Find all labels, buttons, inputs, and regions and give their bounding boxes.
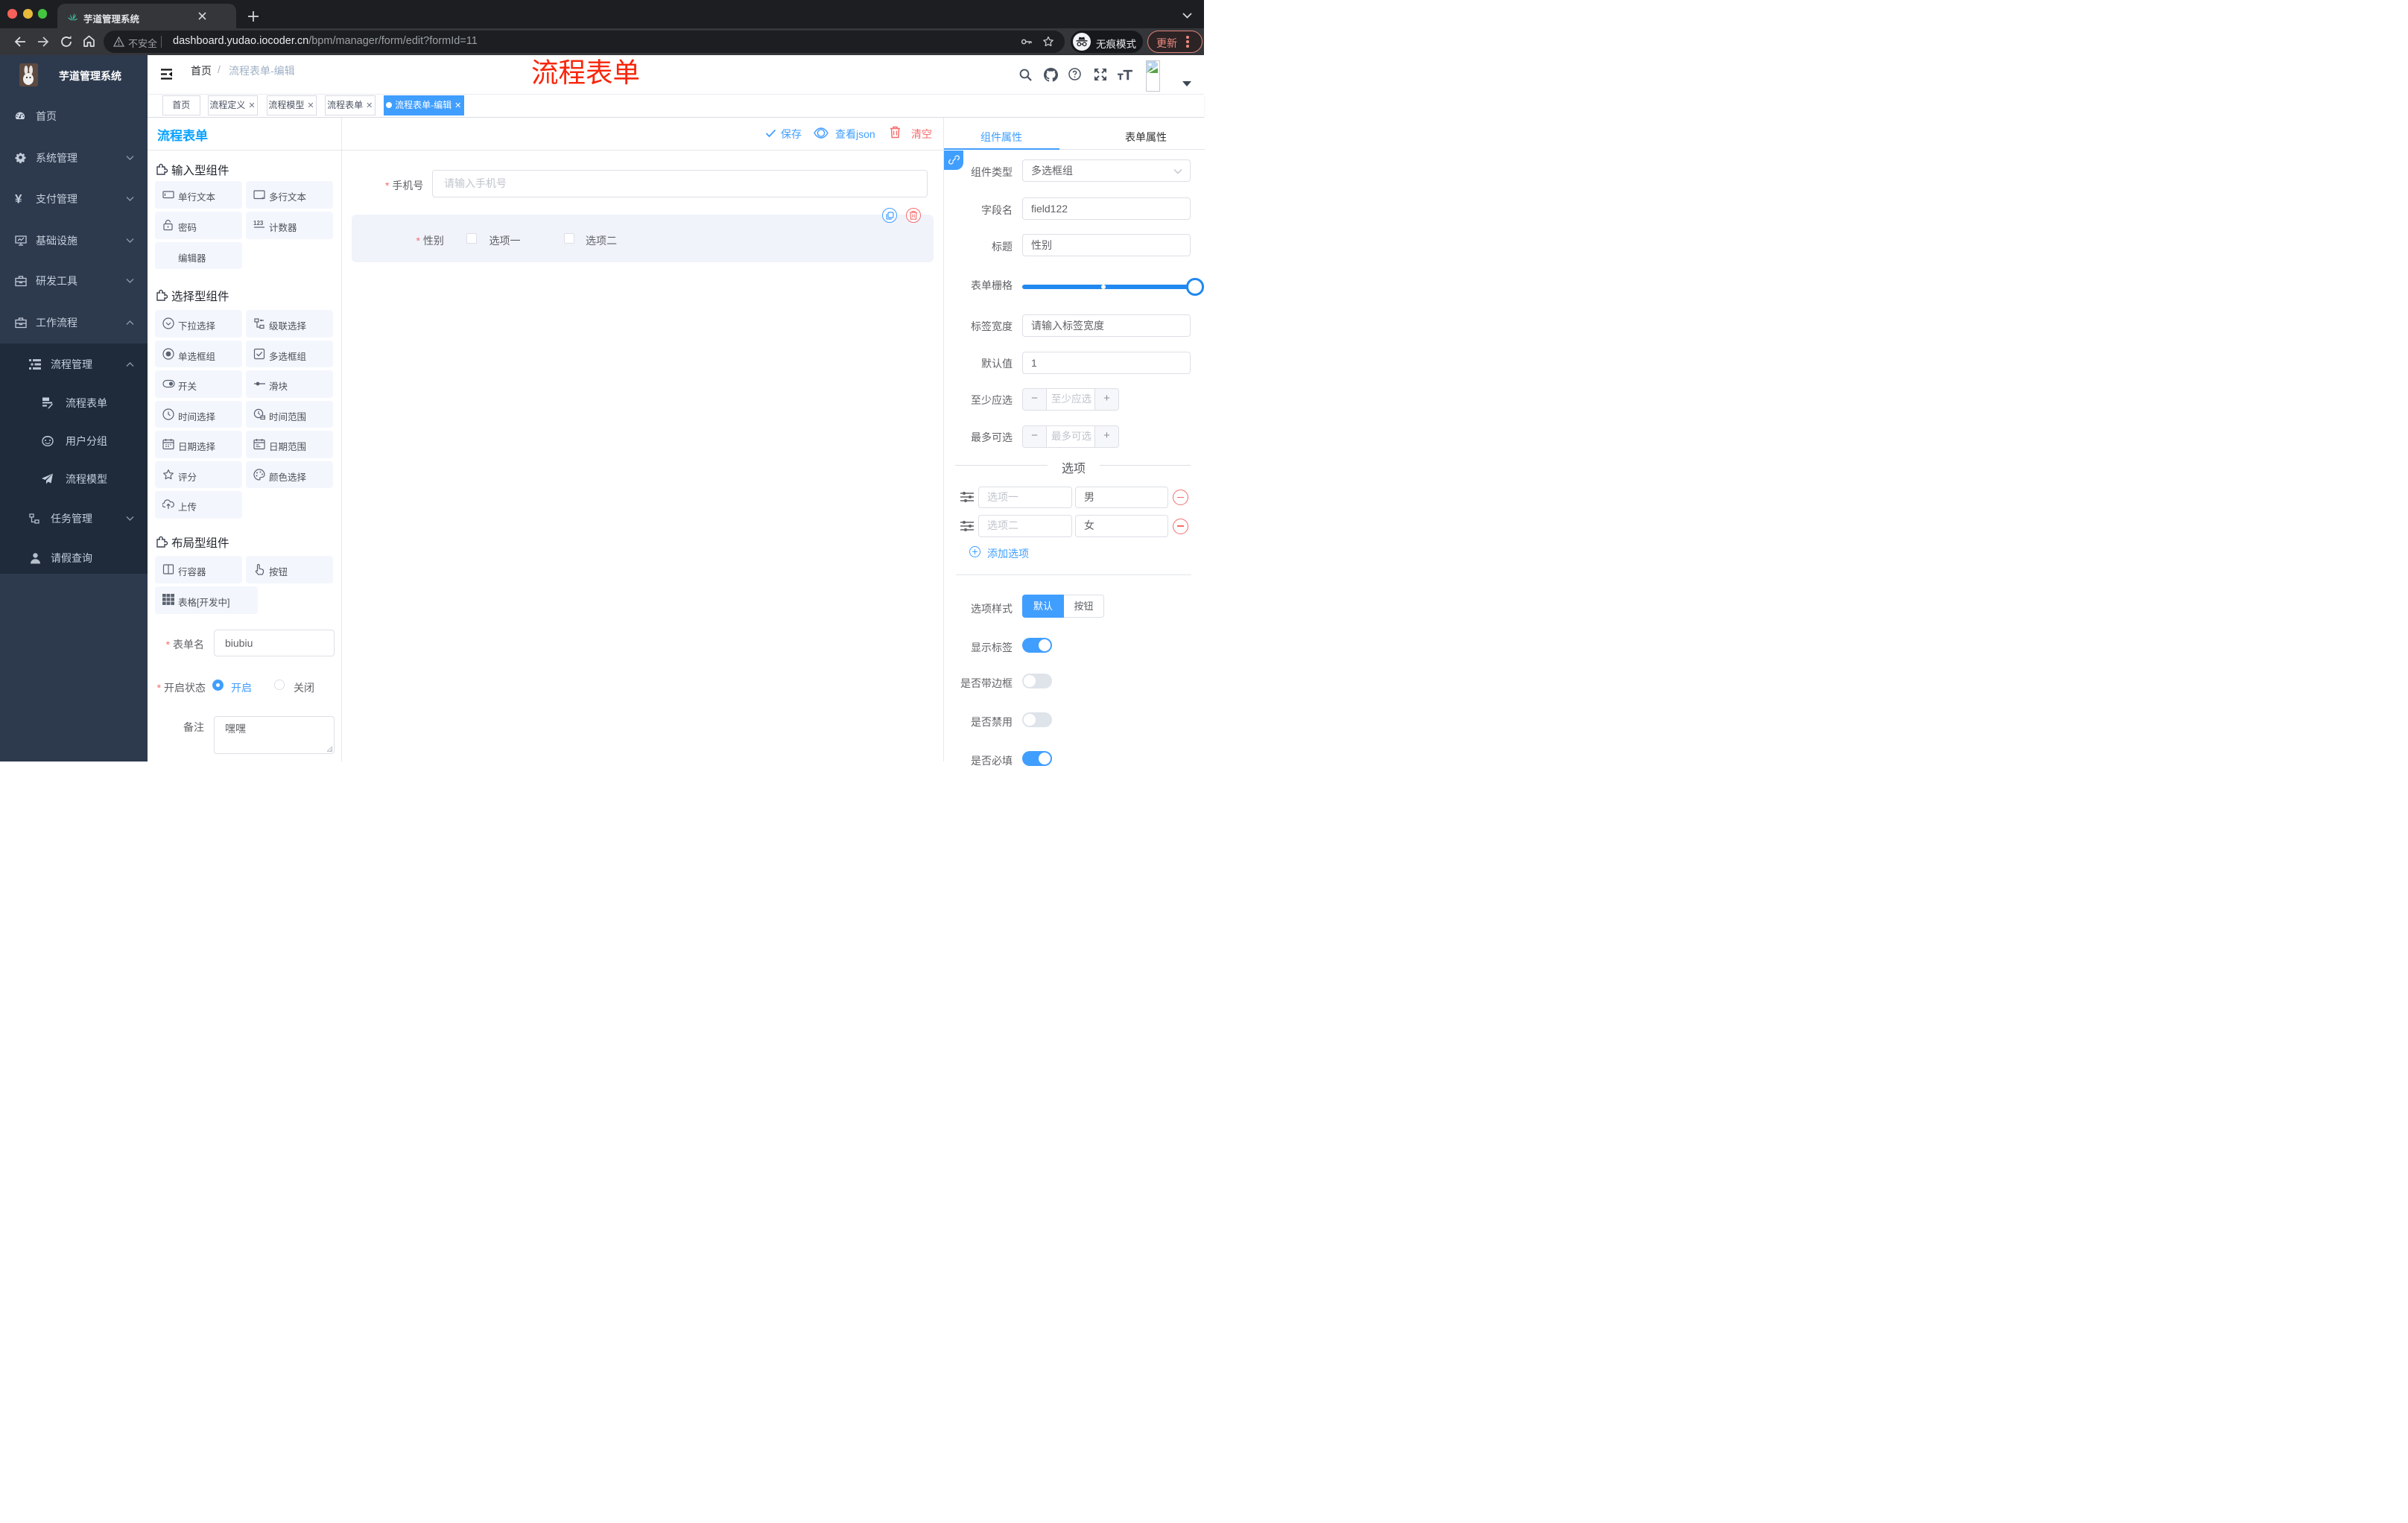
svg-text:123: 123	[253, 220, 264, 227]
